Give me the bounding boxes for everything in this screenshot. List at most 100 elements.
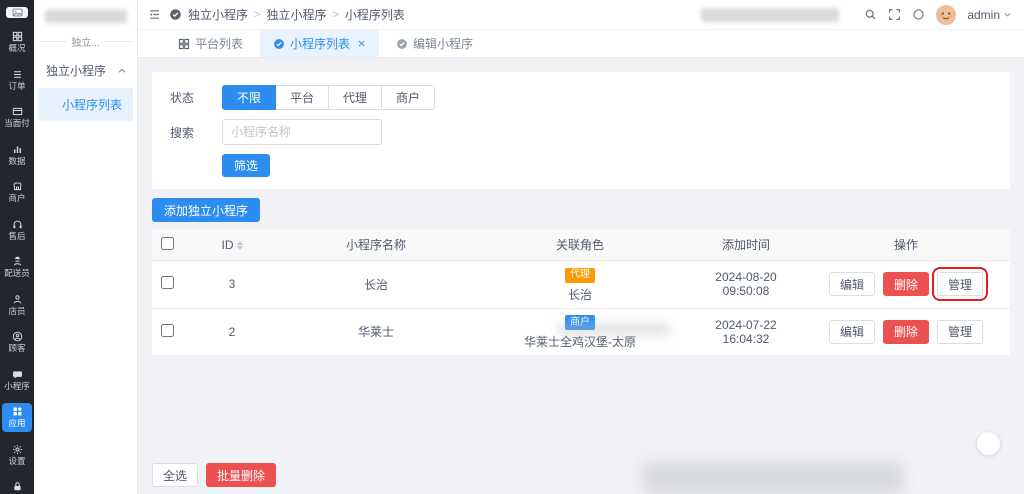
row-actions: 编辑 删除 管理 <box>806 267 1006 302</box>
back-to-top-button[interactable] <box>977 432 1000 455</box>
permissions-icon <box>12 481 23 492</box>
breadcrumb-item[interactable]: 独立小程序 <box>266 6 326 23</box>
sidebar-item-aftersales[interactable]: 售后 <box>2 216 32 245</box>
aftersales-icon <box>12 219 23 230</box>
app-logo[interactable] <box>6 7 28 18</box>
column-header-actions: 操作 <box>802 229 1010 261</box>
merchant-icon <box>12 181 23 192</box>
customer-icon <box>12 331 23 342</box>
top-bar-actions: admin <box>701 4 1012 25</box>
sidebar-item-label: 配送员 <box>4 268 30 278</box>
manage-button[interactable]: 管理 <box>937 319 984 344</box>
status-filter-label: 状态 <box>170 91 195 105</box>
secondary-sidebar: 独立... 独立小程序 小程序列表 <box>34 0 138 494</box>
sidebar-item-label: 数据 <box>8 155 26 166</box>
page-check-icon <box>169 8 182 21</box>
role-name: 华莱士全鸡汉堡-太原 <box>524 335 636 349</box>
role-badge-merchant: 商户 <box>565 315 595 330</box>
status-option-platform[interactable]: 平台 <box>275 85 330 110</box>
courier-icon <box>12 256 23 267</box>
row-checkbox[interactable] <box>160 323 174 337</box>
search-icon[interactable] <box>864 8 877 21</box>
sidebar-item-label: 概况 <box>8 43 26 53</box>
submenu-divider-label: 独立... <box>71 38 100 49</box>
row-checkbox[interactable] <box>160 276 174 290</box>
sidebar-item-miniprogram[interactable]: 小程序 <box>2 366 32 395</box>
sidebar-item-overview[interactable]: 概况 <box>2 28 32 57</box>
status-option-agent[interactable]: 代理 <box>328 85 383 110</box>
tab-platform-list[interactable]: 平台列表 <box>165 30 256 57</box>
search-input[interactable] <box>222 119 382 145</box>
edit-button[interactable]: 编辑 <box>828 319 875 344</box>
sidebar-item-clerk[interactable]: 店员 <box>2 291 32 320</box>
avatar[interactable] <box>936 4 957 25</box>
top-bar: 独立小程序 > 独立小程序 > 小程序列表 admin <box>138 0 1024 30</box>
cell-added-time: 2024-07-22 16:04:32 <box>690 307 802 355</box>
tab-label: 小程序列表 <box>290 37 351 51</box>
submenu-divider: 独立... <box>39 34 132 49</box>
main-area: 独立小程序 > 独立小程序 > 小程序列表 admin 平台列表 小程序列表 编… <box>138 0 1024 494</box>
column-header-id[interactable]: ID <box>222 238 234 252</box>
dashboard-icon <box>12 31 23 42</box>
face-pay-icon <box>12 106 23 117</box>
tab-miniprogram-list[interactable]: 小程序列表 <box>260 30 380 57</box>
role-name: 长治 <box>567 287 592 302</box>
column-header-added: 添加时间 <box>690 229 802 261</box>
sidebar-item-orders[interactable]: 订单 <box>2 66 32 95</box>
sidebar-item-label: 当面付 <box>4 118 30 128</box>
chevron-down-icon <box>1003 10 1012 19</box>
batch-delete-button[interactable]: 批量删除 <box>206 463 277 487</box>
delete-button[interactable]: 删除 <box>882 319 929 344</box>
table-row: 3 长治 代理 长治 2024-08-20 09:50:08 编辑 删除 管理 <box>152 260 1010 308</box>
tab-edit-miniprogram[interactable]: 编辑小程序 <box>383 30 486 57</box>
sidebar-item-settings[interactable]: 设置 <box>2 441 32 470</box>
app-window: 概况 订单 当面付 数据 商户 售后 配送员 店员 顾客 小程序 应用 设置 权… <box>0 0 1024 494</box>
redacted-text <box>701 7 840 22</box>
select-all-button[interactable]: 全选 <box>152 463 199 487</box>
cell-name: 华莱士 <box>282 307 470 355</box>
sidebar-item-merchant[interactable]: 商户 <box>2 178 32 207</box>
tab-label: 平台列表 <box>195 37 244 51</box>
fullscreen-icon[interactable] <box>888 8 901 21</box>
cell-role: 代理 长治 <box>470 260 690 308</box>
primary-sidebar: 概况 订单 当面付 数据 商户 售后 配送员 店员 顾客 小程序 应用 设置 权… <box>0 0 34 494</box>
row-actions: 编辑 删除 管理 <box>806 319 1006 344</box>
add-independent-miniprogram-button[interactable]: 添加独立小程序 <box>152 198 261 222</box>
data-icon <box>12 144 23 155</box>
table-header-row: ID 小程序名称 关联角色 添加时间 操作 <box>152 229 1010 261</box>
select-all-checkbox[interactable] <box>160 236 174 250</box>
check-circle-icon <box>273 38 285 50</box>
filter-button[interactable]: 筛选 <box>222 154 271 177</box>
sidebar-item-label: 商户 <box>8 193 26 203</box>
sidebar-item-label: 小程序 <box>4 380 30 391</box>
sidebar-item-permissions[interactable]: 权限 <box>2 478 32 494</box>
sidebar-item-customer[interactable]: 顾客 <box>2 328 32 357</box>
sidebar-collapse-icon[interactable] <box>148 8 161 21</box>
close-icon[interactable] <box>357 39 366 48</box>
sort-icon[interactable] <box>236 240 243 250</box>
status-option-unlimited[interactable]: 不限 <box>222 85 277 110</box>
sidebar-item-courier[interactable]: 配送员 <box>2 253 32 282</box>
sidebar-item-label: 应用 <box>8 418 26 428</box>
sidebar-item-data[interactable]: 数据 <box>2 141 32 170</box>
sidebar-item-face-pay[interactable]: 当面付 <box>2 103 32 132</box>
status-option-merchant[interactable]: 商户 <box>381 85 436 110</box>
sidebar-item-apps[interactable]: 应用 <box>2 403 32 432</box>
sidebar-item-label: 售后 <box>8 230 26 241</box>
delete-button[interactable]: 删除 <box>882 272 929 297</box>
content-area: 状态 不限 平台 代理 商户 搜索 筛选 添加独 <box>138 58 1024 494</box>
breadcrumb-separator: > <box>332 8 339 21</box>
table-row: 2 华莱士 商户 华莱士全鸡汉堡-太原 2024-07-22 16:04:32 … <box>152 307 1010 355</box>
user-menu[interactable]: admin <box>967 8 1012 22</box>
submenu-item-miniprogram-list[interactable]: 小程序列表 <box>38 88 133 121</box>
miniprogram-table: ID 小程序名称 关联角色 添加时间 操作 3 长治 代理 长治 2024-08… <box>152 229 1010 355</box>
refresh-circle-icon[interactable] <box>912 8 925 21</box>
edit-button[interactable]: 编辑 <box>828 272 875 297</box>
breadcrumb-item[interactable]: 小程序列表 <box>345 6 405 23</box>
column-header-name: 小程序名称 <box>282 229 470 261</box>
batch-actions: 全选 批量删除 <box>152 463 277 487</box>
submenu-group-independent-miniprogram[interactable]: 独立小程序 <box>34 49 137 88</box>
column-header-role: 关联角色 <box>470 229 690 261</box>
manage-button-highlighted[interactable]: 管理 <box>931 267 989 302</box>
breadcrumb-item[interactable]: 独立小程序 <box>188 6 248 23</box>
